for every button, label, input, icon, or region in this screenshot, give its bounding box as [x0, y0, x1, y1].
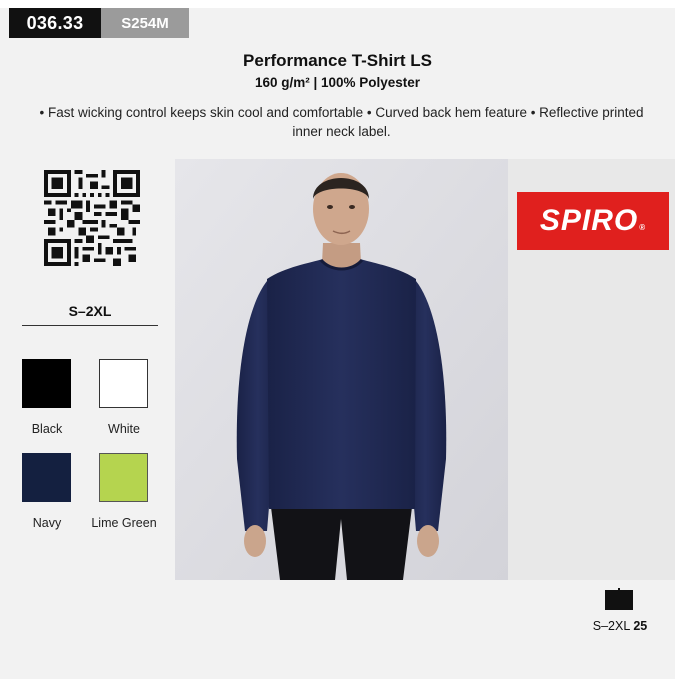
brand-logo: SPIRO ® — [517, 192, 669, 250]
product-description: • Fast wicking control keeps skin cool a… — [39, 105, 644, 139]
top-strip — [0, 0, 675, 8]
swatch-black[interactable] — [22, 359, 71, 408]
carton-box-icon — [605, 588, 633, 610]
catalog-number-badge: 036.33 — [9, 8, 101, 38]
style-code-badge: S254M — [101, 8, 189, 38]
product-photo — [175, 159, 508, 580]
brand-logo-text: SPIRO — [539, 204, 639, 237]
size-range: S–2XL — [22, 303, 158, 326]
pack-size-range: S–2XL — [592, 619, 630, 633]
model-tshirt-image — [175, 159, 508, 580]
qr-code-icon[interactable] — [44, 170, 140, 266]
product-title: Performance T-Shirt LS — [243, 51, 432, 70]
product-subtitle: 160 g/m² | 100% Polyester — [254, 75, 421, 90]
swatch-label-lime-green: Lime Green — [91, 516, 157, 530]
pack-quantity-value: 25 — [633, 619, 648, 633]
swatch-white[interactable] — [99, 359, 148, 408]
swatch-lime-green[interactable] — [99, 453, 148, 502]
swatch-label-white: White — [108, 422, 140, 436]
swatch-navy[interactable] — [22, 453, 71, 502]
pack-quantity: S–2XL 25 — [570, 619, 670, 633]
